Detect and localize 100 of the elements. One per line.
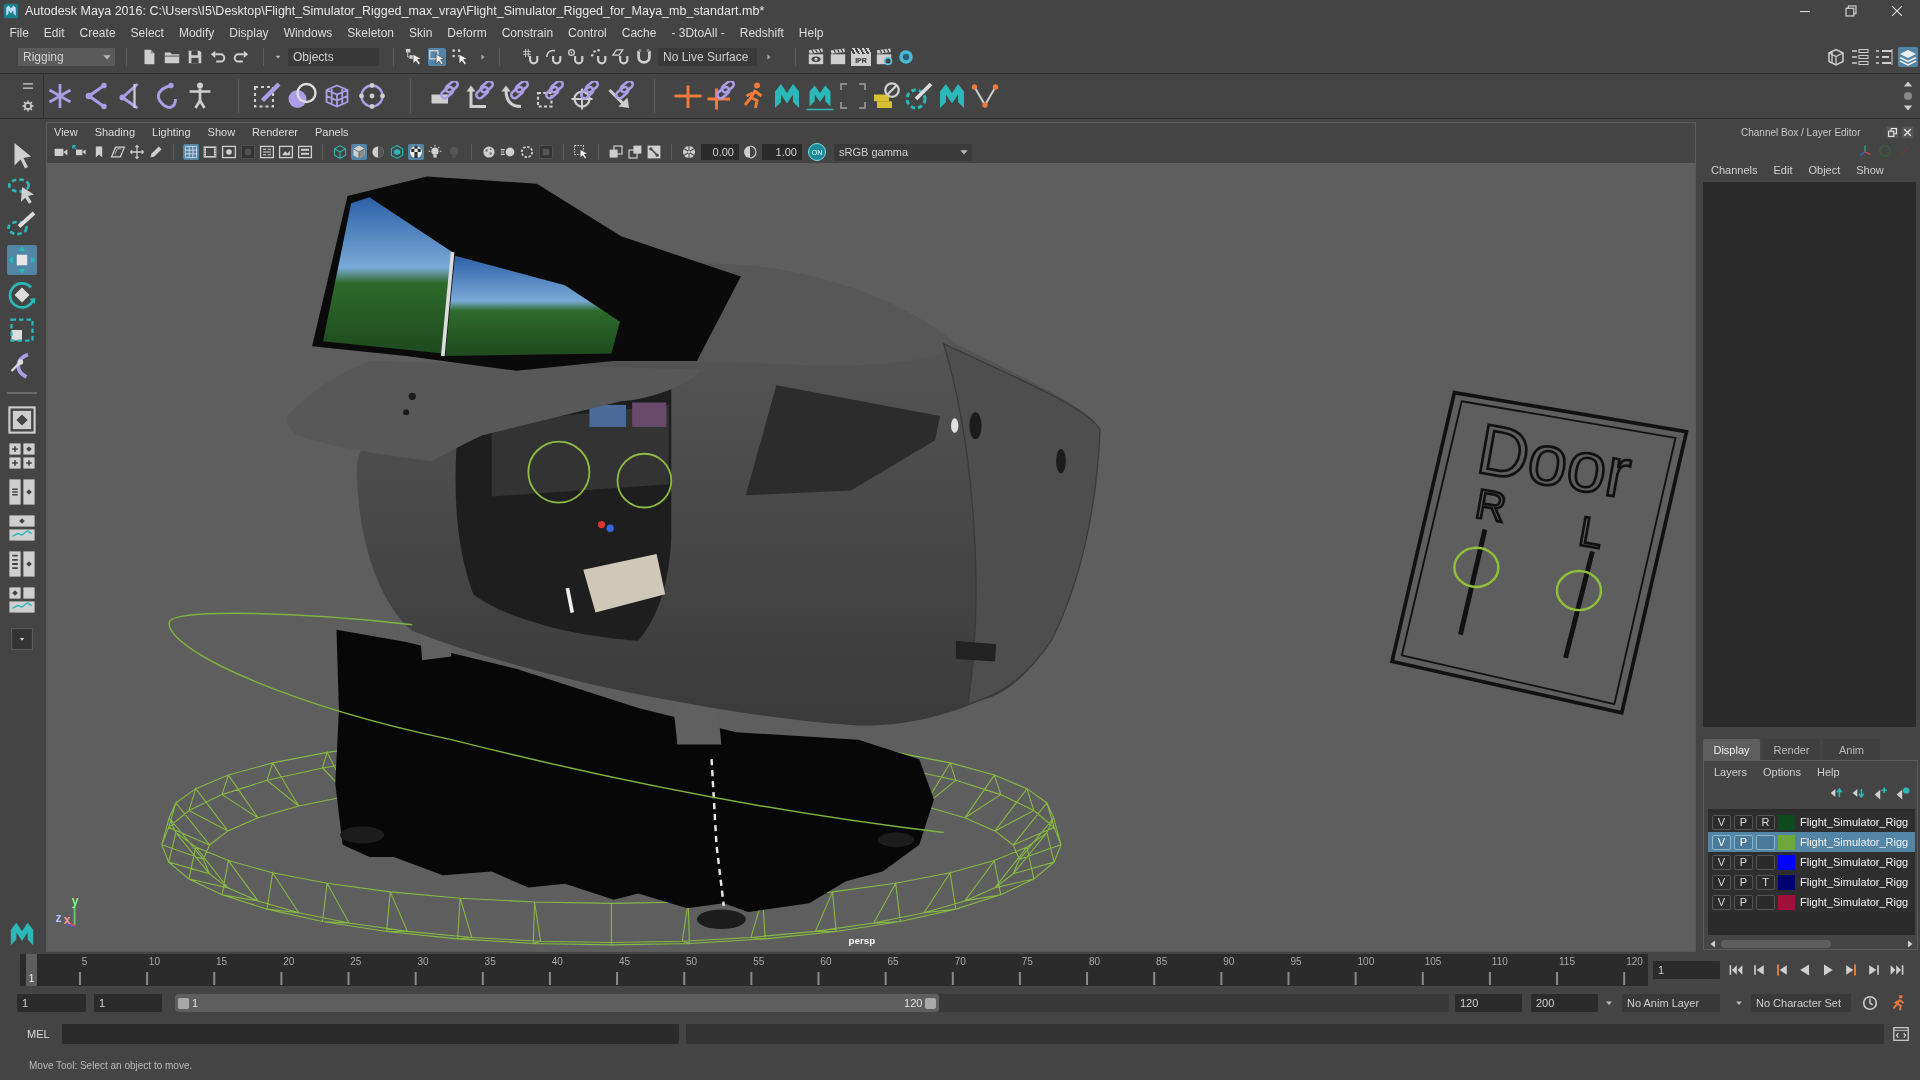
visibility-toggle[interactable]: V [1712,834,1731,850]
menu-set-dropdown[interactable]: Rigging [18,48,115,66]
skip-back-icon[interactable] [1728,962,1744,978]
menu-item[interactable]: - 3DtoAll - [663,26,733,40]
stacked-boxes-icon[interactable] [871,81,901,111]
layer-menu-item[interactable]: Layers [1714,766,1748,778]
time-slider[interactable]: 5 10 15 20 25 30 35 40 45 50 55 60 65 70 75 80 85 90 95 100 105 110 115 120 1 [20,954,1648,986]
menu-item[interactable]: Modify [171,26,222,40]
close-icon[interactable] [1901,125,1914,139]
magnet-curve-icon[interactable] [544,48,563,66]
panel-menu-item[interactable]: View [54,126,78,138]
clapboard-icon[interactable] [828,48,847,66]
layer-color-swatch[interactable] [1778,894,1795,910]
menu-item[interactable]: Constrain [494,26,561,40]
framed-lines-icon[interactable] [259,144,275,160]
shaded-cube-icon[interactable] [351,144,367,160]
menu-item[interactable]: Skin [401,26,440,40]
half-circle-icon[interactable] [742,144,758,160]
menu-item[interactable]: Help [791,26,831,40]
dashed-box-link-icon[interactable] [535,81,565,111]
layer-color-swatch[interactable] [1778,874,1795,890]
key-forward-icon[interactable] [1843,962,1859,978]
visibility-toggle[interactable]: V [1712,814,1731,830]
menu-item[interactable]: Windows [276,26,340,40]
range-handle[interactable] [178,997,189,1009]
skip-forward-icon[interactable] [1889,962,1905,978]
lasso-cursor-icon[interactable] [7,175,37,205]
command-input-field[interactable] [61,1024,679,1044]
layer-editor-tab[interactable]: Anim [1823,739,1880,760]
menu-item[interactable]: Create [72,26,124,40]
cursor-tree-icon[interactable] [405,48,423,66]
menu-item[interactable]: Cache [614,26,664,40]
layer-menu-item[interactable]: Options [1763,766,1801,778]
list-bars-icon[interactable] [1874,47,1894,67]
panel-menu-item[interactable]: Renderer [252,126,298,138]
layer-color-swatch[interactable] [1778,834,1795,850]
playback-toggle[interactable]: P [1734,854,1753,870]
magnet-icon[interactable] [634,48,653,66]
pencil-icon[interactable] [148,144,164,160]
slider-handle[interactable] [1453,546,1500,589]
stacked-squares-icon[interactable] [627,144,643,160]
cross-line-link-icon[interactable] [706,81,736,111]
spheres-icon[interactable] [287,81,317,111]
current-frame-marker[interactable]: 1 [26,954,37,986]
layer-editor-tab[interactable]: Display [1703,739,1760,760]
dashed-cursor-icon[interactable] [573,144,589,160]
playback-end-field[interactable]: 120 [1455,994,1522,1012]
magnet-plane-icon[interactable] [612,48,631,66]
playback-start-field[interactable]: 1 [94,994,162,1012]
end-time-field[interactable]: 200 [1531,994,1598,1012]
current-frame-field[interactable]: 1 [1653,961,1720,979]
menu-item[interactable]: Select [123,26,172,40]
tilted-plane-icon[interactable] [110,144,126,160]
dashed-ring-icon[interactable] [519,144,535,160]
color-space-dropdown[interactable]: sRGB gamma [834,143,972,161]
aperture-icon[interactable] [681,144,697,160]
wire-cube-icon[interactable] [332,144,348,160]
crosshair-link-icon[interactable] [570,81,600,111]
channel-box-menu-item[interactable]: Edit [1773,164,1793,176]
scroll-dot-icon[interactable] [1903,91,1913,101]
half-shaded-circle-icon[interactable] [370,144,386,160]
nested-cube-icon[interactable] [389,144,405,160]
ring-icon[interactable] [896,48,915,66]
triangle-plus-icon[interactable] [1873,785,1889,801]
scroll-left-icon[interactable] [1708,939,1718,949]
layer-row[interactable]: V P Flight_Simulator_Rigg [1708,832,1915,852]
magnet-grid-icon[interactable] [522,48,540,66]
magnet-point-icon[interactable] [567,48,586,66]
list-fields-icon[interactable] [1850,47,1870,67]
graph-pane-layout-icon[interactable] [8,586,36,614]
checker-circle-icon[interactable] [408,144,424,160]
move-cross-icon[interactable] [129,144,145,160]
playback-toggle[interactable]: P [1734,894,1753,910]
clapboard-eye-icon[interactable] [806,48,825,66]
playback-toggle[interactable]: P [1734,874,1753,890]
character-set-dropdown[interactable]: No Character Set [1751,994,1851,1012]
gamma-field[interactable]: 1.00 [762,144,802,160]
display-type-toggle[interactable] [1756,834,1775,850]
scroll-thumb[interactable] [1721,940,1831,948]
two-pane-layout-icon[interactable] [8,478,36,506]
brush-circle-icon[interactable] [904,81,934,111]
command-language-label[interactable]: MEL [27,1028,50,1040]
vertex-v-icon[interactable] [970,81,1000,111]
panel-menu-item[interactable]: Panels [314,126,349,138]
rotate-diamond-icon[interactable] [7,280,37,310]
panel-menu-item[interactable]: Lighting [152,126,191,138]
menu-item[interactable]: Control [560,26,615,40]
range-handle[interactable] [925,997,937,1009]
playback-toggle[interactable]: P [1734,814,1753,830]
slider-handle[interactable] [1555,569,1603,612]
grid-brush-icon[interactable] [252,81,282,111]
framed-picture-icon[interactable] [278,144,294,160]
step-forward-icon[interactable] [1866,962,1882,978]
key-back-icon[interactable] [1774,962,1790,978]
display-type-toggle[interactable] [1756,854,1775,870]
step-back-icon[interactable] [1751,962,1767,978]
visibility-toggle[interactable]: V [1712,874,1731,890]
clapboard-ring-icon[interactable] [874,48,893,66]
3d-viewport[interactable]: Door R L persp y z x [47,163,1695,951]
menu-item[interactable]: Display [221,26,277,40]
